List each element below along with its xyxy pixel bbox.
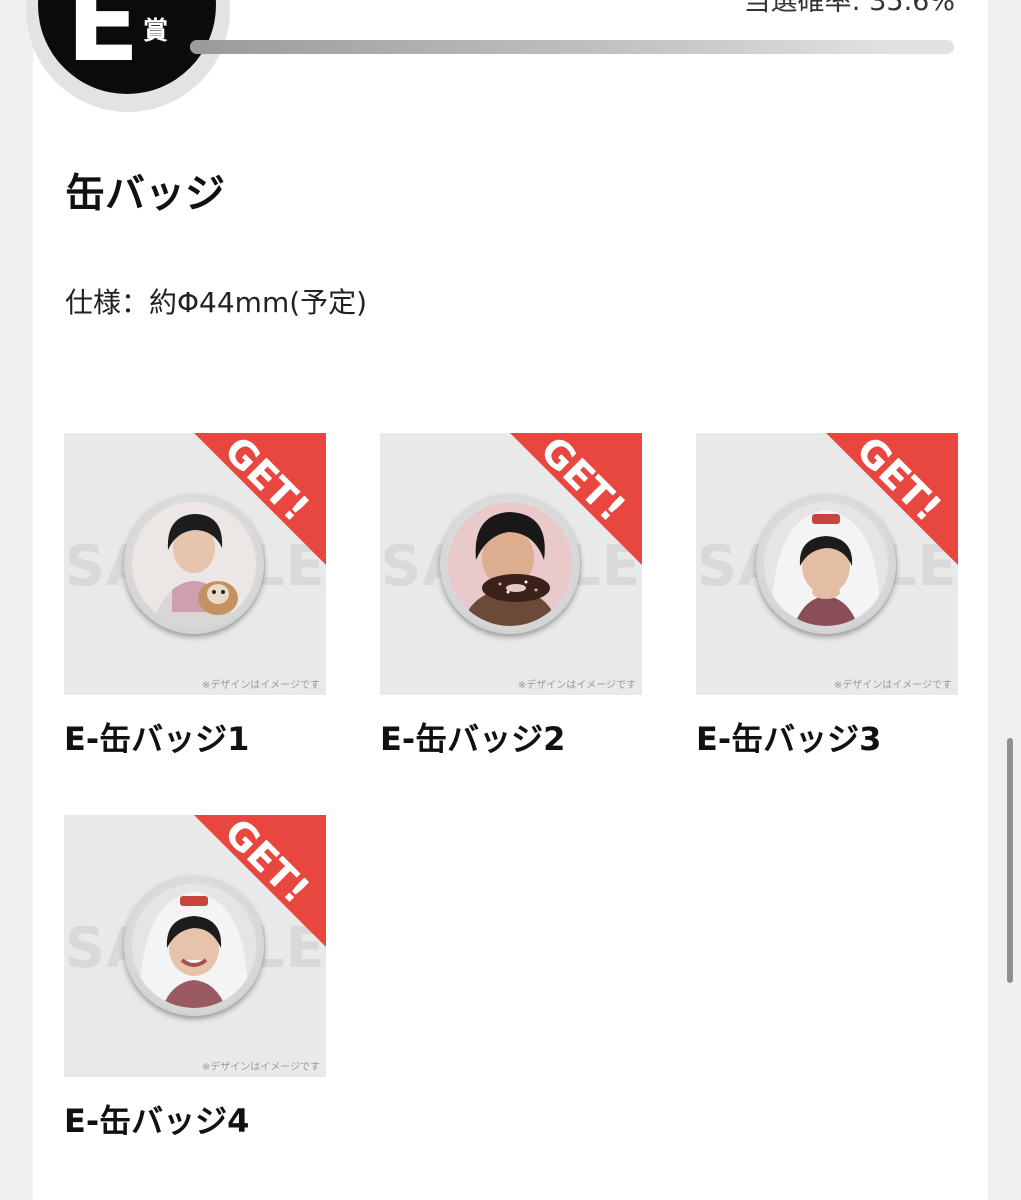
item-label[interactable]: E-缶バッジ1 — [64, 719, 326, 759]
product-spec: 仕様：約Φ44mm(予定) — [65, 286, 368, 319]
item-image[interactable]: SAMPLE GET! ※デザインはイメージです — [64, 433, 326, 695]
win-rate-bar-fill — [190, 40, 893, 54]
item-label[interactable]: E-缶バッジ3 — [696, 719, 958, 759]
win-rate-text: 当選確率: 35.6% — [743, 0, 955, 17]
item-image[interactable]: SAMPLE GET! ※デザインはイメージです — [64, 815, 326, 1077]
win-rate-bar — [190, 40, 954, 54]
item-label[interactable]: E-缶バッジ2 — [380, 719, 642, 759]
scrollbar[interactable] — [1007, 738, 1013, 983]
item-card[interactable]: SAMPLE GET! ※デザインはイメージです E-缶バッ — [380, 433, 642, 759]
item-label[interactable]: E-缶バッジ4 — [64, 1101, 326, 1141]
prize-rank-letter: E — [66, 0, 140, 86]
product-title: 缶バッジ — [65, 171, 225, 217]
item-image[interactable]: SAMPLE GET! ※デザインはイメージです — [696, 433, 958, 695]
item-image[interactable]: SAMPLE GET! ※デザインはイメージです — [380, 433, 642, 695]
image-disclaimer: ※デザインはイメージです — [517, 680, 636, 691]
item-card[interactable]: SAMPLE GET! ※デザインはイメージです E-缶バッジ1 — [64, 433, 326, 759]
item-card[interactable]: SAMPLE GET! ※デザインはイメージです E-缶バッジ4 — [64, 815, 326, 1141]
image-disclaimer: ※デザインはイメージです — [833, 680, 952, 691]
prize-rank-kanji: 賞 — [143, 16, 169, 45]
image-disclaimer: ※デザインはイメージです — [201, 680, 320, 691]
item-card[interactable]: SAMPLE GET! ※デザインはイメージです E-缶バッジ3 — [696, 433, 958, 759]
image-disclaimer: ※デザインはイメージです — [201, 1062, 320, 1073]
